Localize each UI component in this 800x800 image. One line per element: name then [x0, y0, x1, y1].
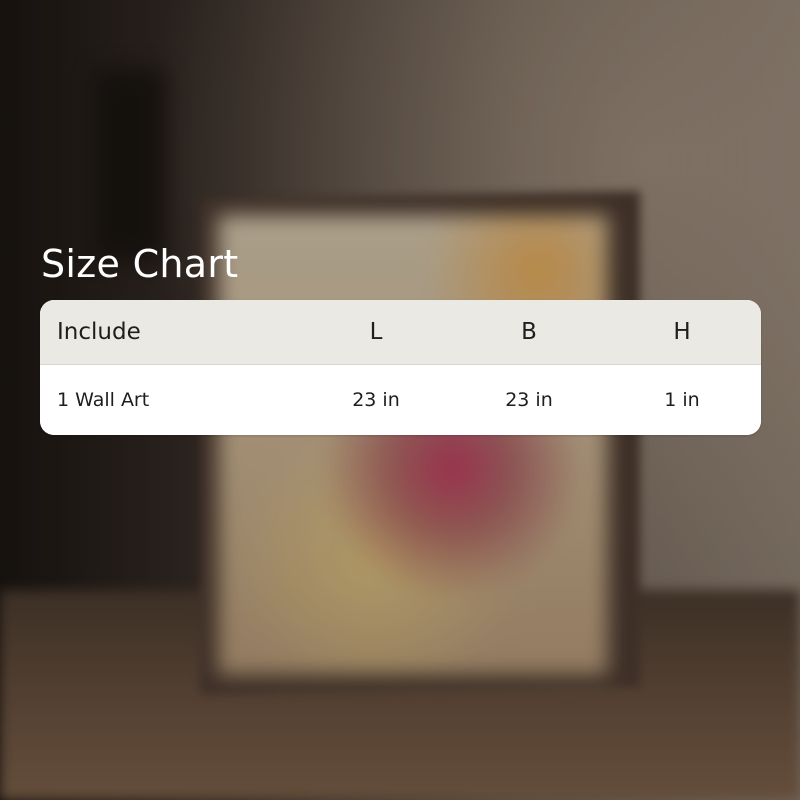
table-row: 1 Wall Art 23 in 23 in 1 in [40, 365, 761, 435]
cell-include: 1 Wall Art [57, 389, 150, 411]
size-chart-table: Include L B H 1 Wall Art 23 in 23 in 1 i… [40, 300, 761, 435]
header-breadth: B [521, 319, 537, 345]
page-title: Size Chart [41, 242, 239, 286]
table-header-row: Include L B H [40, 300, 761, 365]
cell-height: 1 in [664, 389, 700, 411]
cell-breadth: 23 in [505, 389, 553, 411]
cell-length: 23 in [352, 389, 400, 411]
header-length: L [369, 319, 383, 345]
header-include: Include [57, 319, 141, 345]
header-height: H [673, 319, 691, 345]
